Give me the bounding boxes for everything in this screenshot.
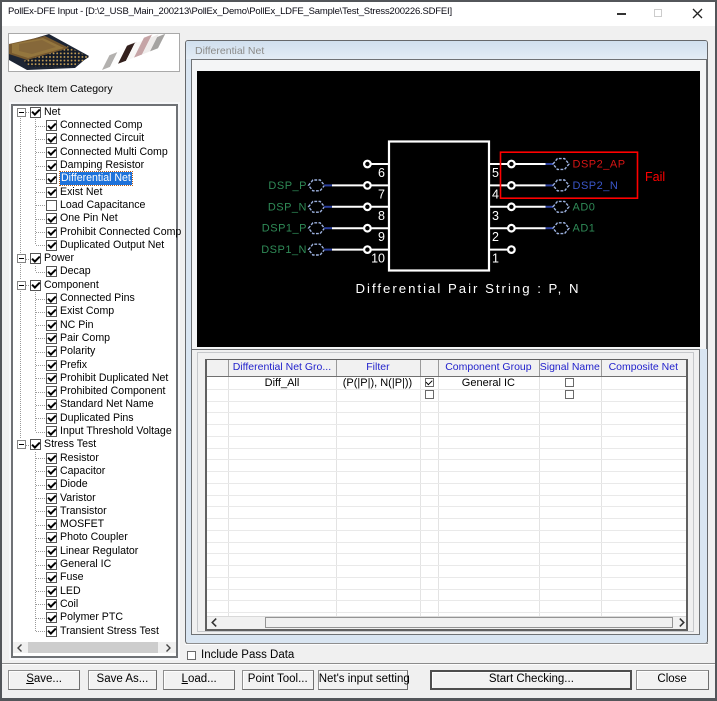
svg-text:Differential Pair String : P,: Differential Pair String : P, N	[356, 281, 581, 296]
svg-text:4: 4	[492, 187, 499, 201]
svg-text:8: 8	[378, 209, 385, 223]
svg-text:Fail: Fail	[645, 170, 665, 184]
svg-text:3: 3	[492, 209, 499, 223]
svg-text:DSP_P: DSP_P	[268, 180, 307, 192]
svg-text:DSP_N: DSP_N	[268, 201, 307, 213]
svg-text:9: 9	[378, 230, 385, 244]
svg-text:6: 6	[378, 166, 385, 180]
svg-text:5: 5	[492, 166, 499, 180]
svg-text:AD0: AD0	[573, 201, 596, 213]
svg-text:DSP1_N: DSP1_N	[261, 244, 307, 256]
svg-text:1: 1	[492, 252, 499, 266]
svg-text:DSP1_P: DSP1_P	[262, 223, 307, 235]
svg-text:DSP2_AP: DSP2_AP	[573, 159, 626, 171]
svg-text:2: 2	[492, 230, 499, 244]
svg-text:10: 10	[371, 252, 385, 266]
svg-text:DSP2_N: DSP2_N	[573, 180, 619, 192]
svg-text:7: 7	[378, 187, 385, 201]
svg-text:AD1: AD1	[573, 223, 596, 235]
